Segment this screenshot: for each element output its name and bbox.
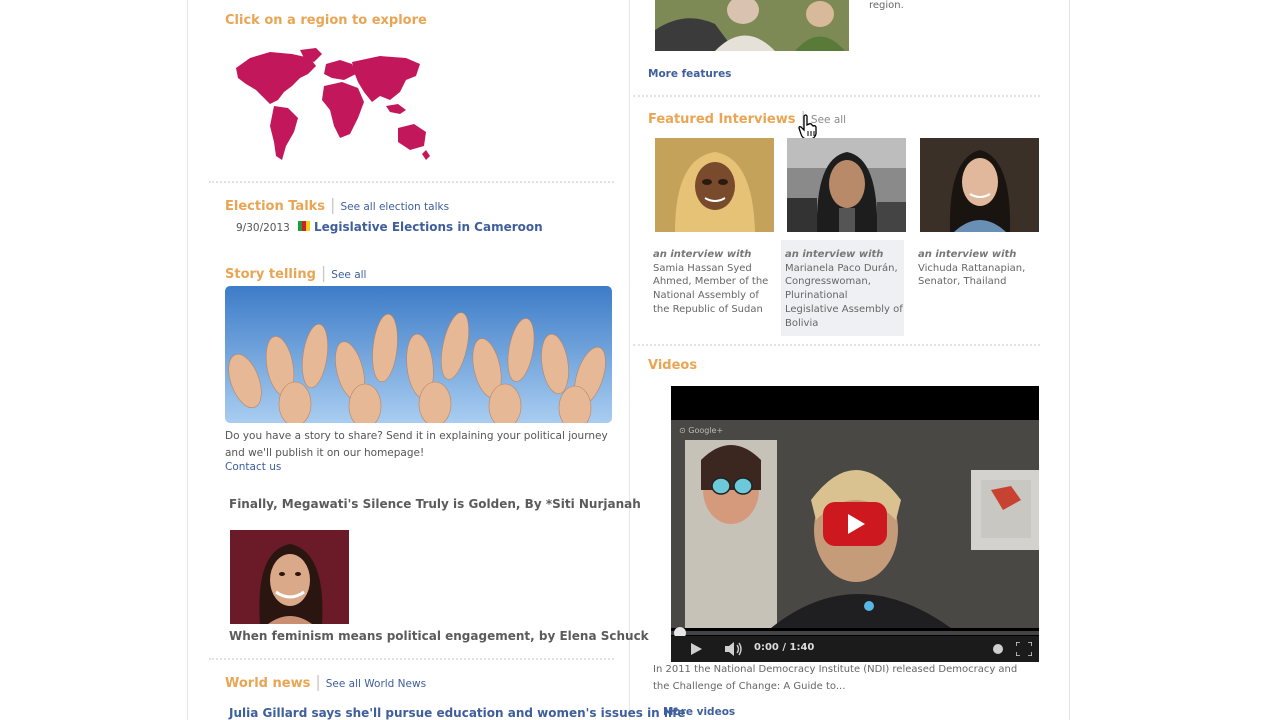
share-story-text: Do you have a story to share? Send it in… <box>225 430 608 459</box>
story-banner-image[interactable] <box>225 286 612 423</box>
story-telling-heading: Story telling <box>225 267 316 282</box>
featured-interviews-heading: Featured Interviews <box>648 112 796 127</box>
interview-1-photo[interactable] <box>655 138 774 232</box>
see-all-world-news-link[interactable]: See all World News <box>326 678 426 690</box>
play-button[interactable] <box>823 502 887 546</box>
world-map[interactable] <box>230 46 432 164</box>
interview-prefix: an interview with <box>653 249 752 260</box>
see-all-stories-link[interactable]: See all <box>331 269 366 281</box>
volume-icon[interactable] <box>725 642 743 656</box>
more-videos-link[interactable]: More videos <box>663 706 735 718</box>
play-icon <box>848 514 865 534</box>
video-time: 0:00 / 1:40 <box>754 642 815 653</box>
map-europe <box>324 60 356 80</box>
interview-2-text: Marianela Paco Durán, Congresswoman, Plu… <box>785 262 903 329</box>
story-2-photo[interactable] <box>230 530 349 624</box>
map-southeast-asia <box>386 104 406 114</box>
map-africa <box>322 82 364 138</box>
feature-caption-tail: region. <box>869 0 904 11</box>
video-controls: 0:00 / 1:40 <box>671 636 1039 662</box>
election-date: 9/30/2013 <box>236 222 290 234</box>
map-oceania <box>398 124 426 150</box>
world-news-item-link[interactable]: Julia Gillard says she'll pursue educati… <box>229 706 686 720</box>
world-news-header: World news | See all World News <box>225 672 427 691</box>
interview-2-caption[interactable]: an interview with Marianela Paco Durán, … <box>785 248 903 330</box>
divider <box>633 95 1040 97</box>
map-south-america <box>270 106 298 160</box>
contact-us-link[interactable]: Contact us <box>225 461 281 473</box>
election-talks-heading: Election Talks <box>225 199 326 214</box>
interview-3-photo[interactable] <box>920 138 1039 232</box>
story-telling-header: Story telling | See all <box>225 263 367 282</box>
hand-cursor-icon <box>798 114 817 140</box>
feature-image[interactable] <box>655 0 849 51</box>
divider <box>209 181 614 183</box>
map-asia <box>352 56 420 102</box>
interview-3-caption[interactable]: an interview with Vichuda Rattanapian, S… <box>918 248 1038 289</box>
fullscreen-icon[interactable] <box>1016 642 1032 656</box>
video-progress-bar[interactable] <box>671 631 1039 635</box>
see-all-election-talks-link[interactable]: See all election talks <box>340 201 449 213</box>
region-heading: Click on a region to explore <box>225 13 427 28</box>
videos-heading: Videos <box>648 358 698 373</box>
interview-1-caption[interactable]: an interview with Samia Hassan Syed Ahme… <box>653 248 773 317</box>
election-talks-header: Election Talks | See all election talks <box>225 195 450 214</box>
map-north-america <box>236 52 316 104</box>
video-description: In 2011 the National Democracy Institute… <box>653 664 1018 692</box>
story-2-title[interactable]: When feminism means political engagement… <box>229 629 649 643</box>
story-1-title[interactable]: Finally, Megawati's Silence Truly is Gol… <box>229 497 641 511</box>
interview-2-photo[interactable] <box>787 138 906 232</box>
election-item-link[interactable]: Legislative Elections in Cameroon <box>314 220 543 234</box>
video-player[interactable]: ⊙ Google+ 0:00 / 1:40 <box>671 386 1039 662</box>
column-divider <box>629 0 630 720</box>
more-features-link[interactable]: More features <box>648 68 731 80</box>
divider <box>209 658 614 660</box>
quality-icon[interactable] <box>993 644 1003 654</box>
interview-3-text: Vichuda Rattanapian, Senator, Thailand <box>918 262 1026 288</box>
world-news-heading: World news <box>225 676 311 691</box>
interview-1-text: Samia Hassan Syed Ahmed, Member of the N… <box>653 262 769 315</box>
interview-prefix: an interview with <box>785 249 884 260</box>
video-watermark: ⊙ Google+ <box>679 426 724 435</box>
control-play-icon[interactable] <box>691 643 702 655</box>
cameroon-flag-icon <box>298 221 310 231</box>
interview-prefix: an interview with <box>918 249 1017 260</box>
divider <box>633 344 1040 346</box>
